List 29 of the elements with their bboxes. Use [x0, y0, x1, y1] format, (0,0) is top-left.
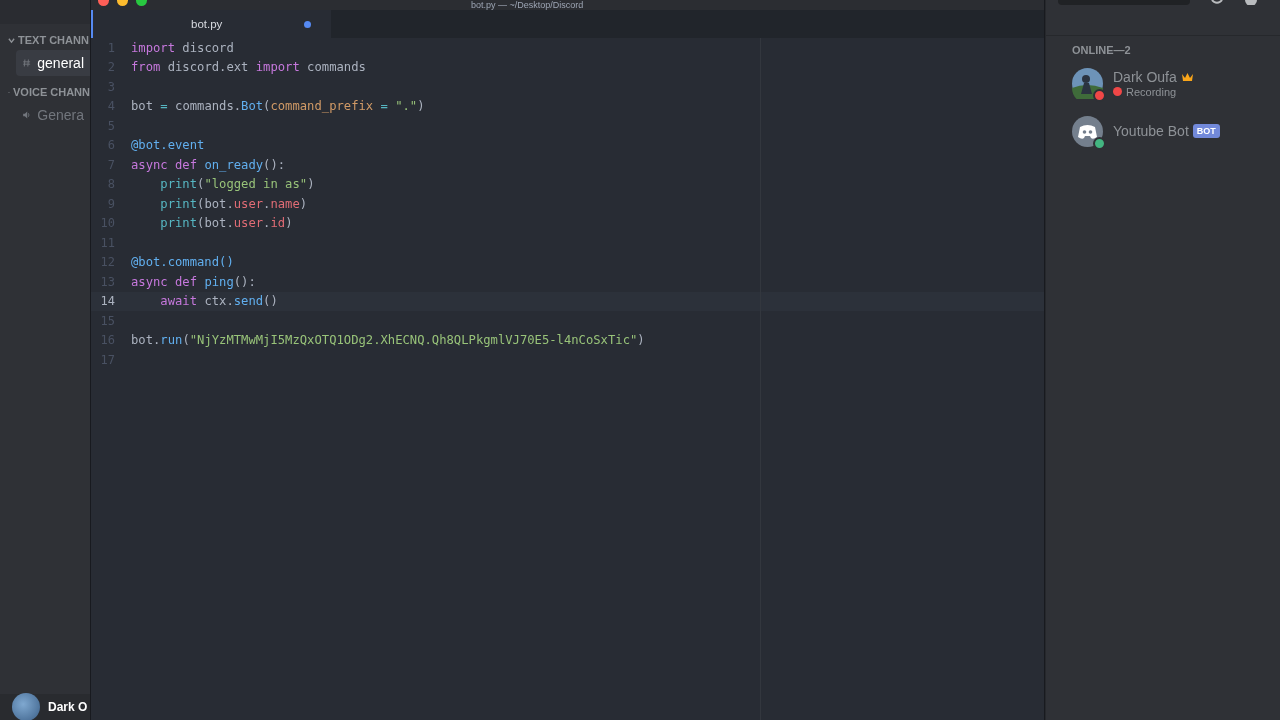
- channel-item[interactable]: Genera: [16, 102, 90, 128]
- member-name[interactable]: Youtube Bot: [1113, 123, 1189, 139]
- member-name[interactable]: Dark Oufa: [1113, 68, 1177, 85]
- user-avatar-icon[interactable]: [12, 693, 40, 720]
- username: Dark O: [48, 700, 88, 714]
- code-line: bot.run("NjYzMTMwMjI5MzQxOTQ1ODg2.XhECNQ.Qh8QLPkgmlVJ70E5-l4nCoSxTic"): [131, 333, 645, 348]
- window-title: bot.py — ~/Desktop/Discord: [471, 0, 584, 10]
- code-line: print("logged in as"): [159, 177, 315, 192]
- code-line: async def ping():: [131, 274, 256, 289]
- code-line: async def on_ready():: [131, 157, 286, 172]
- code-line: from discord.ext import commands: [131, 60, 366, 75]
- code-line: bot = commands.Bot(command_prefix = "."): [131, 99, 425, 114]
- activity-text: Recording: [1126, 85, 1177, 98]
- section-heading: ONLINE—2: [1072, 44, 1132, 56]
- avatar-icon[interactable]: [1072, 67, 1103, 99]
- code-line: import discord: [131, 40, 234, 55]
- bot-avatar-icon[interactable]: [1072, 115, 1103, 147]
- code-line: @bot.event: [131, 138, 205, 153]
- code-line: print(bot.user.name): [159, 196, 308, 211]
- code-line: print(bot.user.id): [159, 216, 293, 231]
- category-header[interactable]: TEXT CHANN: [8, 34, 90, 46]
- bot-tag: BOT: [1192, 124, 1220, 138]
- category-header[interactable]: VOICE CHANN: [8, 86, 90, 98]
- channel-item[interactable]: general: [16, 50, 90, 76]
- file-tab[interactable]: bot.py: [91, 10, 331, 38]
- code-line: @bot.command(): [131, 255, 234, 270]
- code-line: await ctx.send(): [159, 294, 278, 309]
- recording-dot-icon: [1113, 87, 1122, 96]
- line-number: 14: [99, 294, 115, 309]
